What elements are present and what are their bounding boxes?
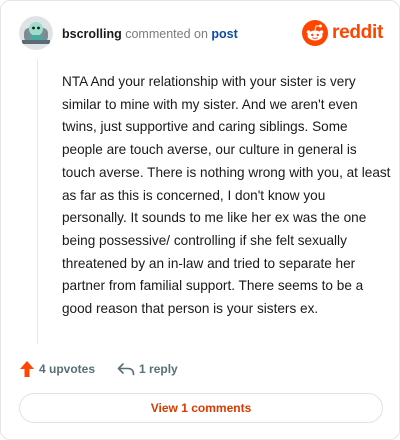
reply-icon	[117, 363, 135, 376]
comment-card: bscrolling commented on post reddit NTA …	[0, 0, 400, 440]
view-comments-button[interactable]: View 1 comments	[19, 393, 383, 423]
upvote-count: 4 upvotes	[39, 362, 96, 376]
comment-header: bscrolling commented on post reddit	[19, 16, 383, 52]
upvote-arrow-icon	[20, 361, 34, 377]
comment-actions: 4 upvotes 1 reply	[19, 359, 178, 379]
comment-text: NTA And your relationship with your sist…	[62, 74, 391, 317]
avatar[interactable]	[19, 16, 53, 50]
comment-verb: commented on	[125, 27, 208, 41]
author-name[interactable]: bscrolling	[62, 27, 122, 41]
author-line: bscrolling commented on post	[62, 26, 238, 42]
reddit-brand[interactable]: reddit	[302, 20, 383, 46]
upvote-button[interactable]: 4 upvotes	[19, 360, 95, 378]
reddit-wordmark: reddit	[332, 22, 383, 43]
reply-count: 1 reply	[139, 362, 178, 376]
post-link[interactable]: post	[211, 27, 237, 41]
reply-button[interactable]: 1 reply	[117, 362, 178, 376]
reddit-logo-icon	[302, 20, 329, 46]
thread-line	[37, 59, 38, 344]
